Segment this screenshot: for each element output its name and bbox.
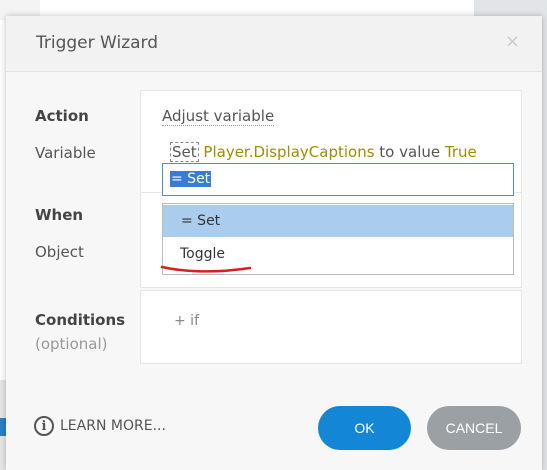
variable-sentence: Set Player.DisplayCaptions to value True bbox=[170, 142, 477, 162]
trigger-wizard-dialog: Trigger Wizard × Action Variable When Ob… bbox=[6, 16, 542, 470]
learn-more-link[interactable]: i LEARN MORE... bbox=[34, 416, 166, 436]
conditions-label: Conditions bbox=[35, 311, 126, 329]
info-icon: i bbox=[34, 416, 54, 436]
set-word-link[interactable]: Set bbox=[170, 142, 199, 162]
variable-name-link[interactable]: Player.DisplayCaptions bbox=[203, 143, 374, 161]
option-set[interactable]: = Set bbox=[163, 205, 513, 237]
add-condition-link[interactable]: + if bbox=[174, 313, 199, 329]
when-label: When bbox=[35, 206, 84, 224]
operation-combo-input[interactable]: = Set bbox=[162, 163, 514, 196]
action-label: Action bbox=[35, 107, 89, 125]
action-value-link[interactable]: Adjust variable bbox=[162, 107, 275, 126]
combo-input-text: = Set bbox=[170, 171, 212, 187]
learn-more-label: LEARN MORE... bbox=[60, 418, 166, 434]
to-value-text: to value bbox=[379, 143, 441, 161]
background-panel bbox=[40, 0, 475, 17]
object-label: Object bbox=[35, 243, 84, 261]
close-icon[interactable]: × bbox=[505, 31, 520, 52]
option-set-label: = Set bbox=[181, 213, 221, 229]
dialog-header: Trigger Wizard × bbox=[6, 16, 542, 72]
conditions-optional-label: (optional) bbox=[35, 335, 108, 353]
dialog-title: Trigger Wizard bbox=[36, 33, 159, 53]
cancel-button[interactable]: CANCEL bbox=[427, 406, 521, 450]
ok-button[interactable]: OK bbox=[318, 406, 411, 450]
variable-value-link[interactable]: True bbox=[445, 143, 477, 161]
red-underline-annotation bbox=[160, 265, 252, 273]
variable-label: Variable bbox=[35, 144, 96, 162]
option-toggle-label: Toggle bbox=[180, 246, 226, 262]
